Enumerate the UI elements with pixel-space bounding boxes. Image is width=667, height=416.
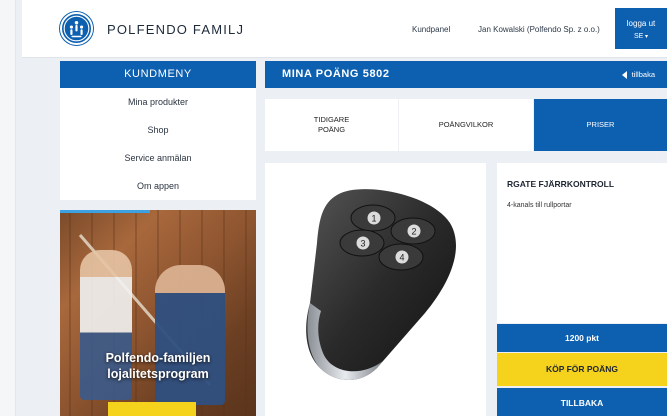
product-info: RGATE FJÄRRKONTROLL 4-kanals till rullpo…: [497, 163, 667, 323]
logout-label: logga ut: [626, 19, 656, 28]
product-price: 1200 pkt: [497, 324, 667, 352]
top-bar: POLFENDO FAMILJ Kundpanel Jan Kowalski (…: [22, 0, 667, 58]
user-name[interactable]: Jan Kowalski (Polfendo Sp. z o.o.): [478, 25, 600, 34]
tab-label: TIDIGARE POÄNG: [313, 115, 350, 134]
buy-for-points-button[interactable]: KÖP FÖR POÄNG: [497, 353, 667, 386]
product-name: RGATE FJÄRRKONTROLL: [507, 179, 615, 189]
nav-customer-panel[interactable]: Kundpanel: [412, 25, 450, 34]
sidebar-item-about[interactable]: Om appen: [60, 172, 256, 200]
caret-down-icon: ▾: [643, 34, 649, 40]
promo-text: Polfendo-familjen lojalitetsprogram: [105, 351, 211, 381]
back-button[interactable]: TILLBAKA: [497, 388, 667, 416]
remote-button-label: 3: [360, 239, 365, 249]
back-link-label: tillbaka: [631, 70, 655, 79]
brand-name: POLFENDO FAMILJ: [107, 22, 245, 37]
product-description: 4-kanals till rullportar: [507, 202, 572, 209]
language-selector[interactable]: SE ▾: [615, 30, 667, 43]
tab-points-terms[interactable]: POÄNGVILKOR: [399, 99, 534, 151]
product-image: 1 2 3 4: [265, 163, 486, 416]
person-figure: [155, 265, 225, 405]
page-title: MINA POÄNG 5802: [282, 68, 390, 80]
tab-label: PRISER: [586, 120, 615, 129]
remote-button-label: 2: [411, 227, 416, 237]
page-edge: [0, 0, 16, 416]
promo-accent-line: [60, 210, 150, 213]
sidebar-item-shop[interactable]: Shop: [60, 116, 256, 144]
points-tabs: TIDIGARE POÄNG POÄNGVILKOR PRISER: [265, 99, 667, 151]
tab-previous-points[interactable]: TIDIGARE POÄNG: [265, 99, 399, 151]
remote-button-label: 4: [399, 253, 404, 263]
triangle-left-icon: [621, 70, 627, 79]
promo-yellow-accent: [108, 402, 196, 416]
back-link[interactable]: tillbaka: [621, 61, 655, 88]
language-label: SE: [633, 33, 644, 40]
customer-menu-title: KUNDMENY: [60, 61, 256, 88]
sidebar-item-my-products[interactable]: Mina produkter: [60, 88, 256, 116]
logout-button[interactable]: logga ut SE ▾: [615, 8, 667, 49]
polfendo-logo-icon[interactable]: [60, 12, 93, 45]
tab-label: POÄNGVILKOR: [438, 120, 494, 129]
customer-menu: Mina produkter Shop Service anmälan Om a…: [60, 88, 256, 200]
remote-button-label: 1: [371, 214, 376, 224]
loyalty-promo-banner[interactable]: Polfendo-familjen lojalitetsprogram: [60, 210, 256, 416]
remote-control-icon: 1 2 3 4: [306, 189, 456, 381]
sidebar-item-service[interactable]: Service anmälan: [60, 144, 256, 172]
tab-prizes[interactable]: PRISER: [534, 99, 667, 151]
points-header: MINA POÄNG 5802 tillbaka: [265, 61, 667, 88]
